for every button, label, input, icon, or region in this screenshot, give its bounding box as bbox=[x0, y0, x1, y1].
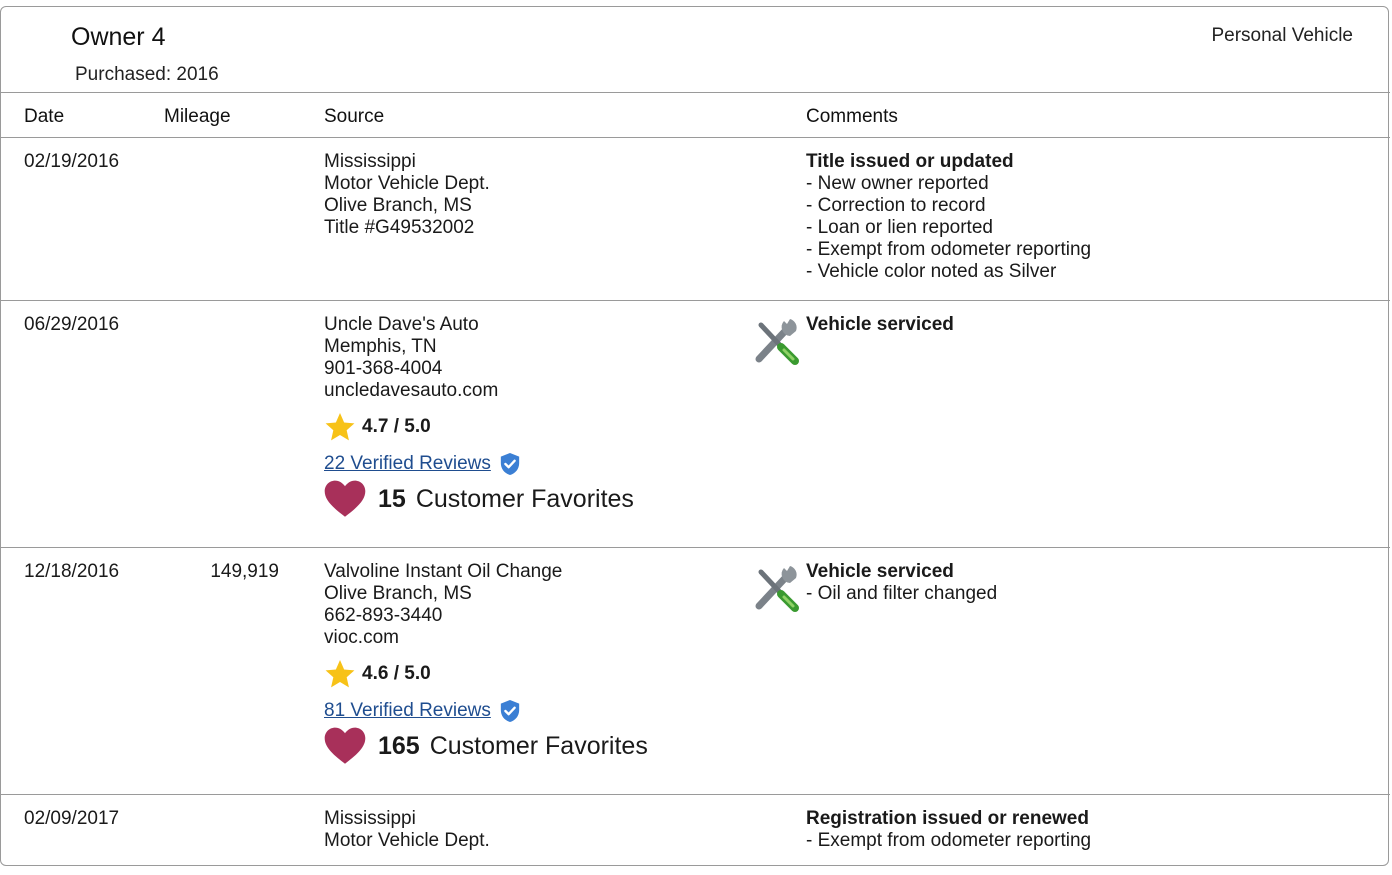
favorites-count: 15 bbox=[378, 485, 406, 513]
comment-item: Correction to record bbox=[806, 195, 1091, 217]
source-line: Olive Branch, MS bbox=[324, 583, 472, 604]
purchased-year: Purchased: 2016 bbox=[75, 64, 219, 85]
favorites-count: 165 bbox=[378, 732, 420, 760]
comment-item: Vehicle color noted as Silver bbox=[806, 261, 1091, 283]
verified-shield-icon bbox=[500, 700, 520, 722]
record-comments: Title issued or updated New owner report… bbox=[806, 151, 1091, 283]
owner-card: Owner 4 Purchased: 2016 Personal Vehicle… bbox=[0, 6, 1390, 866]
record-source: Uncle Dave's Auto Memphis, TN 901-368-40… bbox=[324, 314, 634, 518]
reviews: 22 Verified Reviews bbox=[324, 450, 634, 478]
source-line: 662-893-3440 bbox=[324, 605, 443, 626]
rating-score: 4.7 / 5.0 bbox=[362, 416, 431, 437]
owner-title: Owner 4 bbox=[71, 23, 166, 51]
source-line: Valvoline Instant Oil Change bbox=[324, 561, 563, 582]
record-date: 02/19/2016 bbox=[24, 151, 120, 172]
source-line: Motor Vehicle Dept. bbox=[324, 830, 490, 851]
comment-title: Title issued or updated bbox=[806, 151, 1014, 172]
heart-icon bbox=[324, 480, 366, 517]
shop-rating: 4.7 / 5.0 bbox=[324, 412, 634, 442]
comment-item: Exempt from odometer reporting bbox=[806, 830, 1092, 852]
shop-rating: 4.6 / 5.0 bbox=[324, 659, 648, 689]
star-icon bbox=[325, 413, 355, 441]
favorites-label: Customer Favorites bbox=[415, 485, 634, 513]
heart-icon bbox=[324, 727, 366, 764]
rating-score: 4.6 / 5.0 bbox=[362, 663, 431, 684]
table-row: 02/19/2016 Mississippi Motor Vehicle Dep… bbox=[1, 138, 1390, 301]
source-line: uncledavesauto.com bbox=[324, 380, 499, 401]
favorites-label: Customer Favorites bbox=[429, 732, 648, 760]
source-line: Uncle Dave's Auto bbox=[324, 314, 479, 335]
comment-item: New owner reported bbox=[806, 173, 1091, 195]
verified-shield-icon bbox=[500, 453, 520, 475]
record-date: 02/09/2017 bbox=[24, 808, 120, 829]
header-comments: Comments bbox=[806, 106, 898, 127]
vehicle-type: Personal Vehicle bbox=[1211, 25, 1353, 46]
record-date: 12/18/2016 bbox=[24, 561, 120, 582]
record-comments: Registration issued or renewed Exempt fr… bbox=[806, 808, 1091, 852]
source-line: Mississippi bbox=[324, 151, 416, 172]
source-line: Mississippi bbox=[324, 808, 416, 829]
header-source: Source bbox=[324, 106, 385, 127]
record-source: Mississippi Motor Vehicle Dept. bbox=[324, 808, 490, 852]
record-date: 06/29/2016 bbox=[24, 314, 120, 335]
source-line: Olive Branch, MS bbox=[324, 195, 472, 216]
comment-title: Registration issued or renewed bbox=[806, 808, 1089, 829]
record-source: Valvoline Instant Oil Change Olive Branc… bbox=[324, 561, 648, 765]
verified-reviews-link[interactable]: 22 Verified Reviews bbox=[324, 453, 491, 475]
reviews: 81 Verified Reviews bbox=[324, 697, 648, 725]
header-date: Date bbox=[24, 106, 65, 127]
comment-item: Oil and filter changed bbox=[806, 583, 998, 605]
source-line: vioc.com bbox=[324, 627, 399, 648]
table-row: 06/29/2016 Uncle Dave's Auto Memphis, TN… bbox=[1, 301, 1390, 548]
comment-item: Loan or lien reported bbox=[806, 217, 1091, 239]
source-line: Title #G49532002 bbox=[324, 217, 475, 238]
record-comments: Vehicle serviced Oil and filter changed bbox=[806, 561, 997, 605]
source-line: Memphis, TN bbox=[324, 336, 437, 357]
record-mileage: 149,919 bbox=[210, 561, 279, 582]
table-header: Date Mileage Source Comments bbox=[1, 92, 1390, 138]
comment-item: Exempt from odometer reporting bbox=[806, 239, 1092, 261]
table-row: 02/09/2017 Mississippi Motor Vehicle Dep… bbox=[1, 795, 1390, 875]
table-row: 12/18/2016 149,919 Valvoline Instant Oil… bbox=[1, 548, 1390, 795]
source-line: Motor Vehicle Dept. bbox=[324, 173, 490, 194]
customer-favorites: 15 Customer Favorites bbox=[324, 480, 634, 518]
source-line: 901-368-4004 bbox=[324, 358, 443, 379]
comment-title: Vehicle serviced bbox=[806, 314, 954, 335]
wrench-screwdriver-icon bbox=[755, 319, 799, 365]
star-icon bbox=[325, 660, 355, 688]
customer-favorites: 165 Customer Favorites bbox=[324, 727, 648, 765]
comment-title: Vehicle serviced bbox=[806, 561, 954, 582]
verified-reviews-link[interactable]: 81 Verified Reviews bbox=[324, 700, 491, 722]
wrench-screwdriver-icon bbox=[755, 566, 799, 612]
record-comments: Vehicle serviced bbox=[806, 314, 954, 336]
record-source: Mississippi Motor Vehicle Dept. Olive Br… bbox=[324, 151, 490, 239]
header-mileage: Mileage bbox=[164, 106, 231, 127]
